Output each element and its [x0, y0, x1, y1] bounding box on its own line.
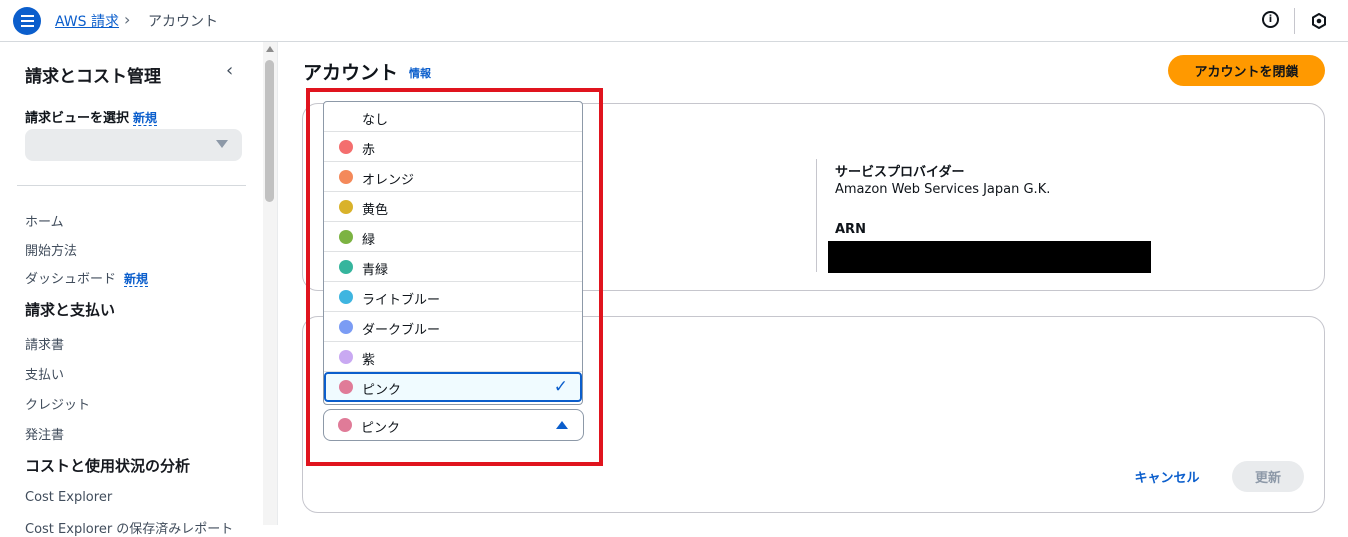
- sidebar-item-cost-explorer[interactable]: Cost Explorer: [25, 490, 112, 505]
- color-dot: [339, 140, 353, 154]
- option-label: 紫: [362, 353, 376, 368]
- cancel-button[interactable]: キャンセル: [1124, 461, 1210, 492]
- color-dot: [339, 350, 353, 364]
- arn-value-redacted: [828, 241, 1151, 273]
- sidebar-item-getting-started[interactable]: 開始方法: [25, 240, 77, 259]
- color-dot: [339, 260, 353, 274]
- option-label: 赤: [362, 143, 376, 158]
- sidebar-item-credits[interactable]: クレジット: [25, 394, 90, 413]
- color-option-dark-blue[interactable]: ダークブルー: [324, 312, 582, 342]
- sidebar-item-dashboard-label: ダッシュボード: [25, 272, 117, 287]
- color-option-teal[interactable]: 青緑: [324, 252, 582, 282]
- arn-label: ARN: [835, 222, 866, 237]
- caret-up-icon: [556, 421, 568, 429]
- color-dot: [339, 200, 353, 214]
- color-dot: [339, 320, 353, 334]
- selected-color-label: ピンク: [361, 421, 401, 436]
- color-option-light-blue[interactable]: ライトブルー: [324, 282, 582, 312]
- breadcrumb-current: アカウント: [148, 14, 218, 30]
- sidebar-item-cost-explorer-saved[interactable]: Cost Explorer の保存済みレポート: [25, 518, 233, 537]
- option-label: 緑: [362, 233, 376, 248]
- service-provider-value: Amazon Web Services Japan G.K.: [835, 182, 1051, 197]
- color-option-green[interactable]: 緑: [324, 222, 582, 252]
- sidebar-divider: [17, 185, 246, 186]
- hamburger-icon: [20, 15, 34, 27]
- color-option-red[interactable]: 赤: [324, 132, 582, 162]
- option-label: ピンク: [362, 383, 402, 398]
- topbar-divider: [1294, 8, 1295, 34]
- sidebar-item-invoices[interactable]: 請求書: [25, 334, 64, 353]
- color-option-yellow[interactable]: 黄色: [324, 192, 582, 222]
- new-badge[interactable]: 新規: [133, 111, 158, 126]
- option-label: ダークブルー: [362, 323, 441, 338]
- column-divider: [816, 159, 817, 272]
- new-badge[interactable]: 新規: [124, 272, 149, 287]
- collapse-sidebar-icon[interactable]: ‹: [226, 60, 233, 81]
- color-select[interactable]: ピンク: [323, 409, 584, 441]
- service-provider-label: サービスプロバイダー: [835, 165, 965, 180]
- page-title: アカウント: [303, 62, 399, 84]
- settings-icon[interactable]: [1311, 13, 1327, 29]
- color-option-none[interactable]: なし: [324, 102, 582, 132]
- color-dropdown-list[interactable]: なし 赤 オレンジ 黄色 緑 青緑 ライトブルー ダークブルー 紫 ピンク ✓: [323, 101, 583, 405]
- billing-view-label-text: 請求ビューを選択: [25, 111, 130, 126]
- color-dot: [339, 380, 353, 394]
- color-dot: [339, 170, 353, 184]
- option-label: オレンジ: [362, 173, 415, 188]
- sidebar-section-billing: 請求と支払い: [25, 301, 116, 319]
- option-label: 黄色: [362, 203, 389, 218]
- update-button[interactable]: 更新: [1232, 461, 1304, 492]
- checkmark-icon: ✓: [553, 377, 568, 397]
- scroll-up-icon[interactable]: [266, 46, 274, 52]
- option-label: なし: [362, 113, 389, 128]
- color-dot: [338, 418, 352, 432]
- close-account-button[interactable]: アカウントを閉鎖: [1168, 55, 1325, 86]
- breadcrumb-chevron-icon: ›: [124, 10, 131, 29]
- info-link[interactable]: 情報: [409, 65, 431, 81]
- sidebar-item-home[interactable]: ホーム: [25, 211, 64, 230]
- sidebar-item-dashboard[interactable]: ダッシュボード 新規: [25, 268, 149, 287]
- color-option-purple[interactable]: 紫: [324, 342, 582, 372]
- billing-view-label: 請求ビューを選択 新規: [25, 107, 158, 126]
- sidebar-section-cost-analysis: コストと使用状況の分析: [25, 457, 191, 475]
- option-label: 青緑: [362, 263, 389, 278]
- sidebar-item-payments[interactable]: 支払い: [25, 364, 64, 383]
- breadcrumb-billing-link[interactable]: AWS 請求: [55, 11, 119, 31]
- info-icon[interactable]: i: [1262, 11, 1279, 28]
- color-dot: [339, 230, 353, 244]
- sidebar-border: [277, 42, 278, 525]
- top-bar: AWS 請求 › アカウント i: [0, 0, 1348, 42]
- billing-view-select[interactable]: [25, 129, 242, 161]
- caret-down-icon: [216, 140, 228, 148]
- sidebar-title: 請求とコスト管理: [25, 67, 161, 87]
- color-option-orange[interactable]: オレンジ: [324, 162, 582, 192]
- color-option-pink[interactable]: ピンク ✓: [324, 372, 582, 402]
- option-label: ライトブルー: [362, 293, 441, 308]
- sidebar-item-purchase-orders[interactable]: 発注書: [25, 424, 64, 443]
- scrollbar-thumb[interactable]: [265, 60, 274, 202]
- menu-button[interactable]: [13, 7, 41, 35]
- color-dot: [339, 290, 353, 304]
